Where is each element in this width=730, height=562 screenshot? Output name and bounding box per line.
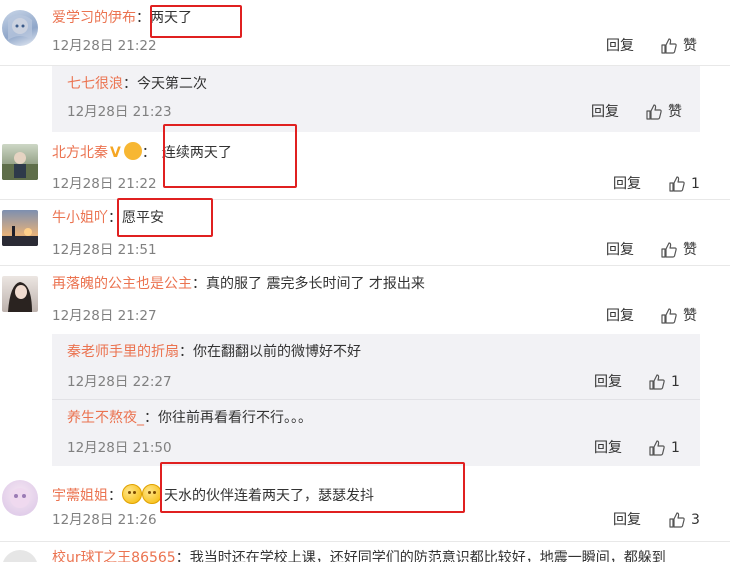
- avatar[interactable]: [2, 144, 38, 180]
- comment-item: 校ur球T之王86565：我当时还在学校上课，还好同学们的防范意识都比较好，地震…: [0, 542, 730, 562]
- like-button[interactable]: 1: [668, 174, 700, 194]
- grin-emoji-icon: [122, 484, 142, 504]
- like-button[interactable]: 赞: [660, 240, 697, 260]
- sub-reply-list: 秦老师手里的折扇：你在翻翻以前的微博好不好 12月28日 22:27 回复 1 …: [52, 334, 700, 466]
- reply-button[interactable]: 回复: [613, 510, 641, 530]
- comment-item: 牛小姐吖：愿平安 12月28日 21:51 回复 赞: [0, 200, 730, 266]
- reply-button[interactable]: 回复: [606, 36, 634, 56]
- comment-item: 再落魄的公主也是公主：真的服了 震完多长时间了 才报出来 12月28日 21:2…: [0, 266, 730, 332]
- comment-time: 12月28日 21:27: [52, 308, 157, 324]
- avatar[interactable]: [2, 210, 38, 246]
- thumbs-up-icon: [669, 512, 685, 528]
- thumbs-up-icon: [669, 176, 685, 192]
- comment-text: 爱学习的伊布：两天了: [52, 10, 192, 26]
- comment-item: 北方北秦 V：连续两天了 12月28日 21:22 回复 1: [0, 134, 730, 200]
- comment-time: 12月28日 21:51: [52, 242, 157, 258]
- thumbs-up-icon: [646, 104, 662, 120]
- like-count: 3: [691, 512, 700, 528]
- thumbs-up-icon: [661, 242, 677, 258]
- grin-emoji-icon: [142, 484, 162, 504]
- comment-text: 再落魄的公主也是公主：真的服了 震完多长时间了 才报出来: [52, 276, 425, 292]
- sub-reply-text: 七七很浪：今天第二次: [67, 76, 207, 92]
- comment-text: 校ur球T之王86565：我当时还在学校上课，还好同学们的防范意识都比较好，地震…: [52, 548, 666, 562]
- sub-reply-item: 养生不熬夜_：你往前再看看行不行。。。 12月28日 21:50 回复 1: [52, 400, 700, 466]
- verified-v-icon: V: [110, 145, 121, 161]
- comment-content: 愿平安: [122, 210, 164, 226]
- sub-reply-item: 秦老师手里的折扇：你在翻翻以前的微博好不好 12月28日 22:27 回复 1: [52, 334, 700, 400]
- reply-button[interactable]: 回复: [591, 102, 619, 122]
- sub-reply-item: 七七很浪：今天第二次 12月28日 21:23 回复 赞: [52, 66, 700, 132]
- thumbs-up-icon: [661, 38, 677, 54]
- comment-content: 天水的伙伴连着两天了，瑟瑟发抖: [164, 488, 374, 504]
- like-button[interactable]: 1: [648, 438, 680, 458]
- comment-content: 两天了: [150, 10, 192, 26]
- like-count: 赞: [683, 242, 697, 258]
- like-count: 赞: [683, 308, 697, 324]
- avatar[interactable]: [2, 480, 38, 516]
- comment-content: 真的服了 震完多长时间了 才报出来: [206, 276, 425, 292]
- like-button[interactable]: 3: [668, 510, 700, 530]
- comment-time: 12月28日 21:26: [52, 512, 157, 528]
- avatar[interactable]: [2, 276, 38, 312]
- sub-reply-content: 今天第二次: [137, 76, 207, 92]
- like-button[interactable]: 1: [648, 372, 680, 392]
- username-link[interactable]: 秦老师手里的折扇: [67, 344, 179, 360]
- comment-content: 连续两天了: [161, 145, 232, 161]
- comment-content: 我当时还在学校上课，还好同学们的防范意识都比较好，地震一瞬间，都躲到: [189, 550, 666, 562]
- thumbs-up-icon: [649, 374, 665, 390]
- sub-reply-text: 养生不熬夜_：你往前再看看行不行。。。: [67, 410, 312, 426]
- like-count: 1: [671, 440, 680, 456]
- vip-badge-icon: [123, 142, 142, 160]
- sub-reply-time: 12月28日 21:50: [67, 440, 172, 456]
- avatar[interactable]: [2, 10, 38, 46]
- comment-time: 12月28日 21:22: [52, 38, 157, 54]
- username-link[interactable]: 爱学习的伊布: [52, 10, 136, 26]
- avatar[interactable]: [2, 550, 38, 562]
- username-link[interactable]: 宇薷姐姐: [52, 488, 108, 504]
- reply-button[interactable]: 回复: [594, 372, 622, 392]
- thumbs-up-icon: [649, 440, 665, 456]
- username-link[interactable]: 牛小姐吖: [52, 210, 108, 226]
- username-link[interactable]: 校ur球T之王86565: [52, 550, 176, 562]
- sub-reply-content: 你往前再看看行不行。。。: [158, 410, 312, 426]
- reply-button[interactable]: 回复: [606, 240, 634, 260]
- like-count: 赞: [683, 38, 697, 54]
- sub-reply-time: 12月28日 22:27: [67, 374, 172, 390]
- reply-button[interactable]: 回复: [594, 438, 622, 458]
- like-button[interactable]: 赞: [645, 102, 682, 122]
- sub-reply-text: 秦老师手里的折扇：你在翻翻以前的微博好不好: [67, 344, 361, 360]
- reply-button[interactable]: 回复: [606, 306, 634, 326]
- comment-text: 北方北秦 V：连续两天了: [52, 142, 232, 163]
- sub-reply-content: 你在翻翻以前的微博好不好: [193, 344, 361, 360]
- sub-reply-time: 12月28日 21:23: [67, 104, 172, 120]
- sub-reply-list: 七七很浪：今天第二次 12月28日 21:23 回复 赞: [52, 66, 700, 132]
- username-link[interactable]: 北方北秦: [52, 145, 108, 161]
- like-button[interactable]: 赞: [660, 306, 697, 326]
- username-link[interactable]: 养生不熬夜_: [67, 410, 144, 426]
- like-count: 1: [671, 374, 680, 390]
- like-count: 赞: [668, 104, 682, 120]
- reply-button[interactable]: 回复: [613, 174, 641, 194]
- comment-time: 12月28日 21:22: [52, 176, 157, 192]
- comment-item: 宇薷姐姐： 天水的伙伴连着两天了，瑟瑟发抖 12月28日 21:26 回复 3: [0, 470, 730, 542]
- comment-text: 牛小姐吖：愿平安: [52, 210, 164, 226]
- comment-text: 宇薷姐姐： 天水的伙伴连着两天了，瑟瑟发抖: [52, 484, 374, 506]
- comment-item: 爱学习的伊布：两天了 12月28日 21:22 回复 赞: [0, 0, 730, 66]
- like-button[interactable]: 赞: [660, 36, 697, 56]
- like-count: 1: [691, 176, 700, 192]
- username-link[interactable]: 再落魄的公主也是公主: [52, 276, 192, 292]
- username-link[interactable]: 七七很浪: [67, 76, 123, 92]
- thumbs-up-icon: [661, 308, 677, 324]
